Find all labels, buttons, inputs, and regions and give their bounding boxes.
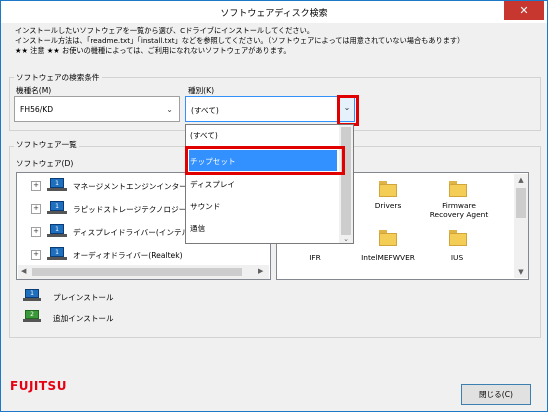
dropdown-option[interactable]: サウンド [190,201,220,212]
description-line-1: インストールしたいソフトウェアを一覧から選び、Cドライブにインストールしてくださ… [15,26,314,35]
scroll-thumb[interactable] [516,188,526,218]
file-view-scrollbar[interactable]: ▲ ▼ [514,174,528,278]
dropdown-button-highlight [337,95,359,126]
model-label: 機種名(M) [16,86,52,95]
type-dropdown-list[interactable]: (すべて) チップセット ディスプレイ サウンド 通信 ⌄ [185,124,354,244]
folder-icon[interactable] [379,230,397,246]
software-label: ソフトウェア(D) [16,159,74,168]
tree-horizontal-scrollbar[interactable]: ◀ ▶ [18,265,269,279]
folder-icon[interactable] [449,230,467,246]
additional-install-label: 追加インストール [53,314,114,323]
folder-name[interactable]: IFR [295,253,335,262]
scroll-thumb[interactable] [32,268,242,276]
model-value: FH56/KD [20,105,54,114]
type-value: (すべて) [191,106,219,115]
expand-icon[interactable]: + [31,181,41,191]
description-line-2: インストール方法は、「readme.txt」「install.txt」などを参照… [15,36,465,45]
dropdown-scrollbar[interactable]: ⌄ [339,125,353,243]
tree-item-label: オーディオドライバー(Realtek) [73,251,183,260]
dropdown-option[interactable]: (すべて) [190,130,218,141]
folder-name[interactable]: Drivers [365,201,411,210]
preinstall-label: プレインストール [53,293,114,302]
preinstall-laptop-icon: 1 [47,178,67,193]
expand-icon[interactable]: + [31,204,41,214]
search-conditions-label: ソフトウェアの検索条件 [14,72,102,83]
scroll-down-icon[interactable]: ⌄ [339,235,353,243]
additional-install-legend-icon: 2 [23,310,41,323]
tree-item-label: ラピッドストレージテクノロジー(イ [73,205,197,214]
preinstall-laptop-icon: 1 [47,247,67,262]
preinstall-legend-icon: 1 [23,289,41,302]
preinstall-laptop-icon: 1 [47,201,67,216]
description-line-3: ★★ 注意 ★★ お使いの機種によっては、ご利用になれないソフトウェアがあります… [15,46,291,55]
dropdown-option[interactable]: ディスプレイ [190,179,235,190]
model-select[interactable]: FH56/KD ⌄ [14,96,180,122]
window-title: ソフトウェアディスク検索 [220,9,328,19]
selected-option-highlight [185,146,345,175]
scroll-up-icon[interactable]: ▲ [514,176,528,184]
close-button[interactable]: 閉じる(C) [461,384,531,405]
scroll-right-icon[interactable]: ▶ [258,267,263,275]
chevron-down-icon: ⌄ [166,105,173,114]
window-close-button[interactable]: ✕ [504,1,544,20]
type-select[interactable]: (すべて) [185,96,355,122]
tree-item-label: ディスプレイドライバー(インテル [73,228,190,237]
tree-item-label: マネージメントエンジンインターフ [73,182,194,191]
expand-icon[interactable]: + [31,227,41,237]
type-label: 種別(K) [188,86,215,95]
scroll-thumb[interactable] [341,127,351,235]
fujitsu-logo: FUJITSU [10,379,67,393]
title-bar: ソフトウェアディスク検索 ✕ [1,1,547,23]
preinstall-laptop-icon: 1 [47,224,67,239]
scroll-down-icon[interactable]: ▼ [514,268,528,276]
folder-icon[interactable] [449,181,467,197]
software-disc-search-window: ソフトウェアディスク検索 ✕ インストールしたいソフトウェアを一覧から選び、Cド… [0,0,548,412]
scroll-left-icon[interactable]: ◀ [21,267,26,275]
folder-name[interactable]: Firmware Recovery Agent [423,201,495,219]
folder-name[interactable]: IntelMEFWVER [353,253,423,262]
expand-icon[interactable]: + [31,250,41,260]
folder-icon[interactable] [379,181,397,197]
dropdown-option[interactable]: 通信 [190,223,205,234]
folder-name[interactable]: IUS [437,253,477,262]
software-list-label: ソフトウェア一覧 [14,139,79,150]
